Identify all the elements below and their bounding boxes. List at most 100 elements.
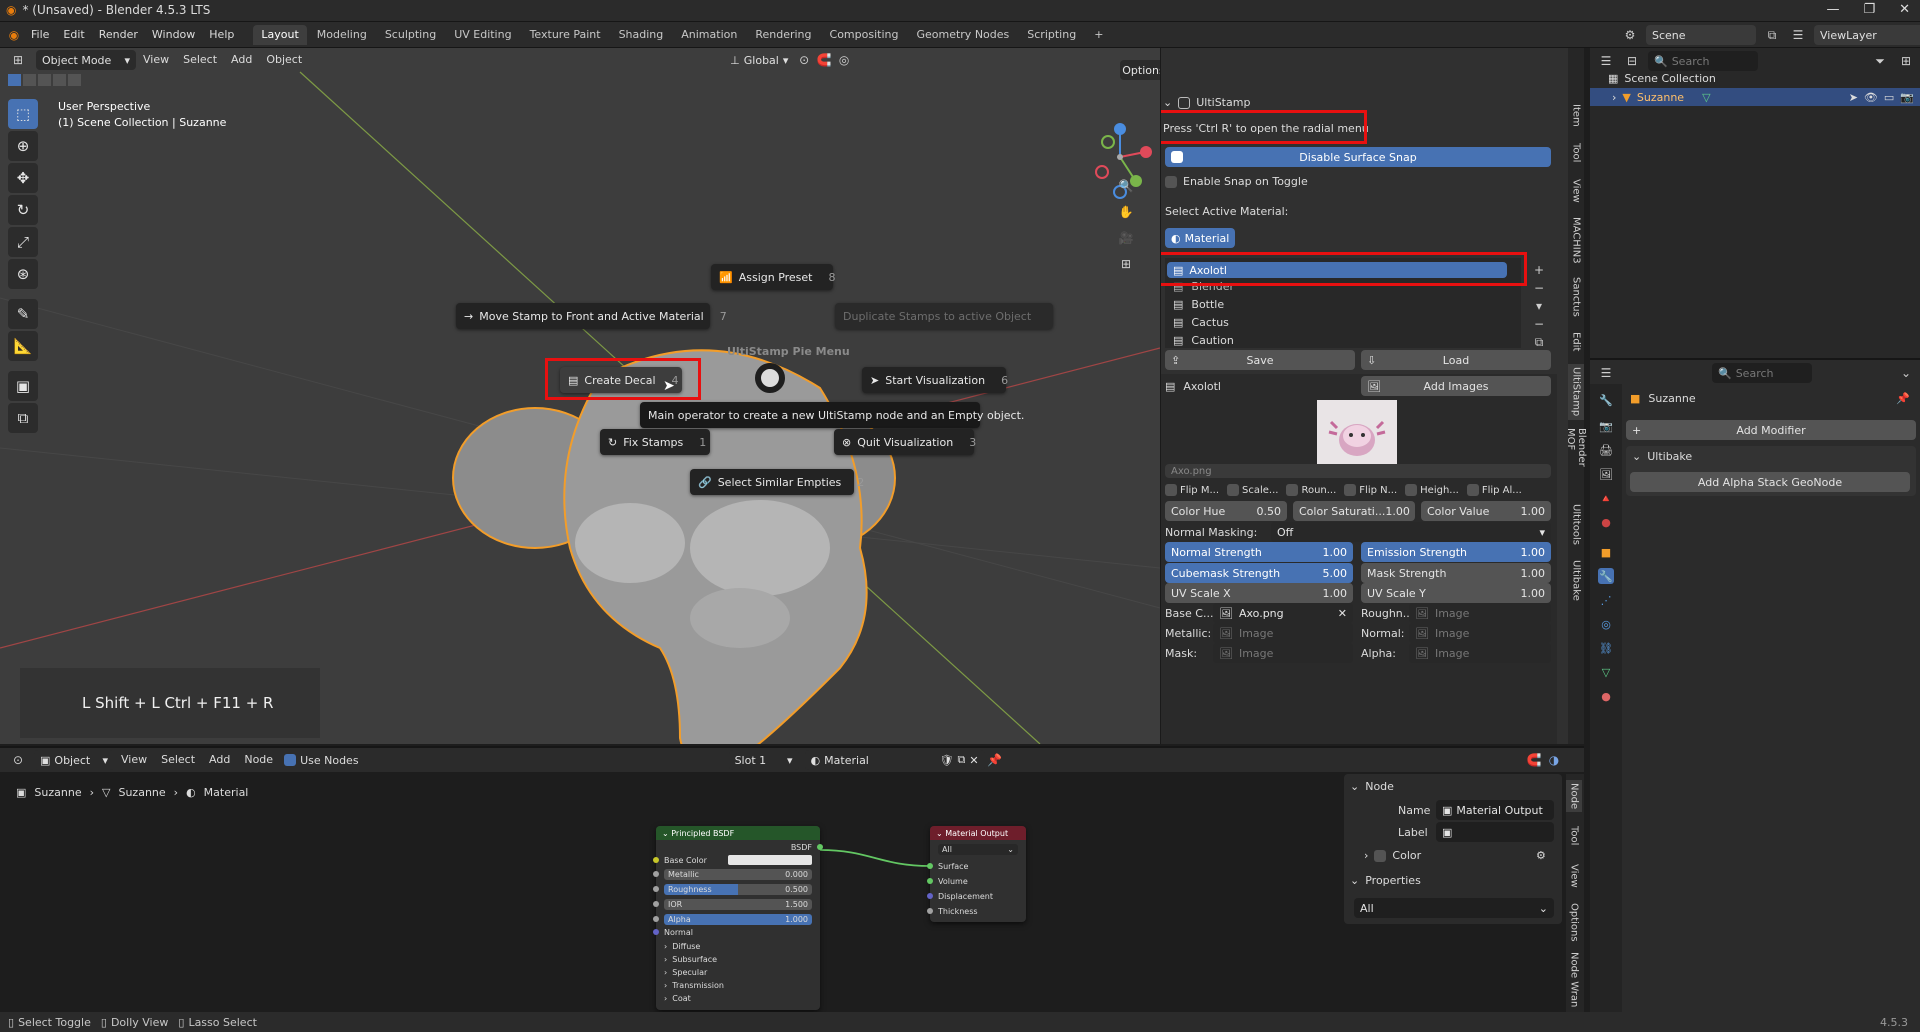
pie-move-stamp[interactable]: → Move Stamp to Front and Active Material…: [456, 303, 727, 329]
mask-image-field[interactable]: 🖼 Image: [1213, 643, 1353, 663]
maximize-icon[interactable]: ❐: [1863, 2, 1875, 17]
tool-measure[interactable]: 📐: [8, 331, 38, 361]
tab-machin3[interactable]: MACHIN3: [1568, 214, 1584, 266]
display-mode-icon[interactable]: ⊟: [1622, 51, 1642, 71]
color-value-field[interactable]: Color Value 1.00: [1421, 501, 1551, 521]
menu-file[interactable]: File: [24, 25, 56, 45]
round-checkbox[interactable]: Roun...: [1286, 484, 1336, 496]
object-tab-icon[interactable]: ■: [1598, 544, 1614, 560]
tool-extra[interactable]: ⧉: [8, 403, 38, 433]
move-down-icon[interactable]: ▾: [1531, 297, 1547, 315]
node-color-row[interactable]: › Color: [1364, 849, 1421, 862]
principled-bsdf-node[interactable]: ⌄ Principled BSDF BSDF Base Color Metall…: [653, 826, 823, 1010]
tab-node[interactable]: Node: [1566, 780, 1582, 812]
material-button[interactable]: ◐ Material: [1165, 228, 1235, 248]
output-target-select[interactable]: All ⌄: [938, 844, 1018, 855]
add-workspace-icon[interactable]: +: [1086, 25, 1111, 45]
tool-cursor[interactable]: ⊕: [8, 131, 38, 161]
displacement-socket[interactable]: [927, 893, 933, 899]
world-tab-icon[interactable]: ●: [1598, 514, 1614, 530]
uv-scale-y-field[interactable]: UV Scale Y 1.00: [1361, 583, 1551, 603]
add-alpha-stack-button[interactable]: Add Alpha Stack GeoNode: [1630, 472, 1910, 492]
node-label-field[interactable]: ▣: [1436, 822, 1554, 842]
flip-m-checkbox[interactable]: Flip M...: [1165, 484, 1219, 496]
outliner-search[interactable]: 🔍 Search: [1648, 51, 1758, 71]
load-button[interactable]: ⇩ Load: [1361, 350, 1551, 370]
tab-shading[interactable]: Shading: [611, 25, 672, 45]
scene-selector[interactable]: Scene: [1646, 25, 1756, 45]
ortho-grid-icon[interactable]: ⊞: [1116, 254, 1136, 274]
overlay-icon[interactable]: ◑: [1544, 750, 1564, 770]
copy-icon[interactable]: ⧉: [1531, 333, 1547, 351]
bsdf-subsurface[interactable]: › Subsurface: [664, 953, 812, 965]
filter-icon[interactable]: ⏷: [1870, 51, 1890, 71]
scene-collection-row[interactable]: ▦ Scene Collection: [1608, 72, 1716, 85]
tab-ultibake[interactable]: Ultibake: [1568, 556, 1584, 604]
pie-fix-stamps[interactable]: ↻ Fix Stamps 1: [600, 429, 710, 455]
thickness-socket[interactable]: [927, 908, 933, 914]
pie-assign-preset[interactable]: 📶 Assign Preset 8: [711, 264, 836, 290]
tab-compositing[interactable]: Compositing: [822, 25, 907, 45]
tool-move[interactable]: ✥: [8, 163, 38, 193]
scale-checkbox[interactable]: Scale...: [1227, 484, 1278, 496]
tab-uv-editing[interactable]: UV Editing: [446, 25, 519, 45]
tab-modeling[interactable]: Modeling: [309, 25, 375, 45]
tab-node-options[interactable]: Options: [1566, 900, 1582, 944]
metallic-socket[interactable]: [653, 871, 659, 877]
tab-view[interactable]: View: [1568, 176, 1584, 206]
properties-search[interactable]: 🔍 Search: [1712, 363, 1812, 383]
bsdf-coat[interactable]: › Coat: [664, 992, 812, 1004]
pie-start-visualization[interactable]: ➤ Start Visualization 6: [862, 367, 1008, 393]
bsdf-header[interactable]: ⌄ Principled BSDF: [656, 826, 820, 840]
monitor-icon[interactable]: ▭: [1884, 91, 1894, 104]
roughness-socket[interactable]: [653, 886, 659, 892]
bsdf-roughness-field[interactable]: Roughness 0.500: [664, 884, 812, 895]
blender-menu-icon[interactable]: ◉: [4, 25, 24, 45]
uv-scale-x-field[interactable]: UV Scale X 1.00: [1165, 583, 1353, 603]
volume-socket[interactable]: [927, 878, 933, 884]
proportional-icon[interactable]: ◎: [834, 50, 854, 70]
select-invert-icon[interactable]: [53, 74, 66, 86]
disable-surface-snap-button[interactable]: Disable Surface Snap: [1165, 147, 1551, 167]
alpha-image-field[interactable]: 🖼 Image: [1409, 643, 1551, 663]
viewlayer-icon[interactable]: ☰: [1788, 25, 1808, 45]
pie-duplicate-stamps[interactable]: Duplicate Stamps to active Object: [835, 303, 1053, 329]
tool-scale[interactable]: ⤢: [8, 227, 38, 257]
select-arrow-icon[interactable]: ➤: [1849, 91, 1858, 104]
settings-icon[interactable]: ⚙: [1536, 849, 1546, 862]
render-camera-icon[interactable]: 📷: [1900, 91, 1914, 104]
flip-al-checkbox[interactable]: Flip Al...: [1466, 484, 1522, 496]
render-tab-icon[interactable]: 📷: [1598, 418, 1614, 434]
color-hue-field[interactable]: Color Hue 0.50: [1165, 501, 1287, 521]
expand-icon[interactable]: ›: [1612, 91, 1616, 104]
normal-masking-select[interactable]: Off ▾: [1271, 522, 1551, 542]
view-layer-tab-icon[interactable]: 🖼: [1598, 466, 1614, 482]
constraints-tab-icon[interactable]: ⛓: [1598, 640, 1614, 656]
select-intersect-icon[interactable]: [68, 74, 81, 86]
normal-strength-slider[interactable]: Normal Strength 1.00: [1165, 542, 1353, 562]
modifier-tab-icon[interactable]: 🔧: [1598, 568, 1614, 584]
data-tab-icon[interactable]: ▽: [1598, 664, 1614, 680]
normal-image-field[interactable]: 🖼 Image: [1409, 623, 1551, 643]
node-name-field[interactable]: ▣ Material Output: [1436, 800, 1554, 820]
base-color-image-field[interactable]: 🖼 Axo.png ✕: [1213, 603, 1353, 623]
surface-socket[interactable]: [927, 863, 933, 869]
minus-icon[interactable]: −: [1531, 315, 1547, 333]
stamp-item-cactus[interactable]: ▤ Cactus: [1173, 316, 1229, 329]
scene-tab-icon[interactable]: 🔺: [1598, 490, 1614, 506]
metallic-image-field[interactable]: 🖼 Image: [1213, 623, 1353, 643]
roughness-image-field[interactable]: 🖼 Image: [1409, 603, 1551, 623]
tool-select-box[interactable]: ⬚: [8, 99, 38, 129]
tab-texture-paint[interactable]: Texture Paint: [522, 25, 609, 45]
tool-rotate[interactable]: ↻: [8, 195, 38, 225]
remove-stamp-icon[interactable]: −: [1531, 279, 1547, 297]
select-subtract-icon[interactable]: [38, 74, 51, 86]
tool-add-cube[interactable]: ▣: [8, 371, 38, 401]
particles-tab-icon[interactable]: ⋰: [1598, 592, 1614, 608]
physics-tab-icon[interactable]: ◎: [1598, 616, 1614, 632]
emission-strength-slider[interactable]: Emission Strength 1.00: [1361, 542, 1551, 562]
pin-icon[interactable]: 📌: [1896, 392, 1910, 405]
camera-view-icon[interactable]: 🎥: [1116, 228, 1136, 248]
flip-n-checkbox[interactable]: Flip N...: [1344, 484, 1397, 496]
tab-scripting[interactable]: Scripting: [1019, 25, 1084, 45]
